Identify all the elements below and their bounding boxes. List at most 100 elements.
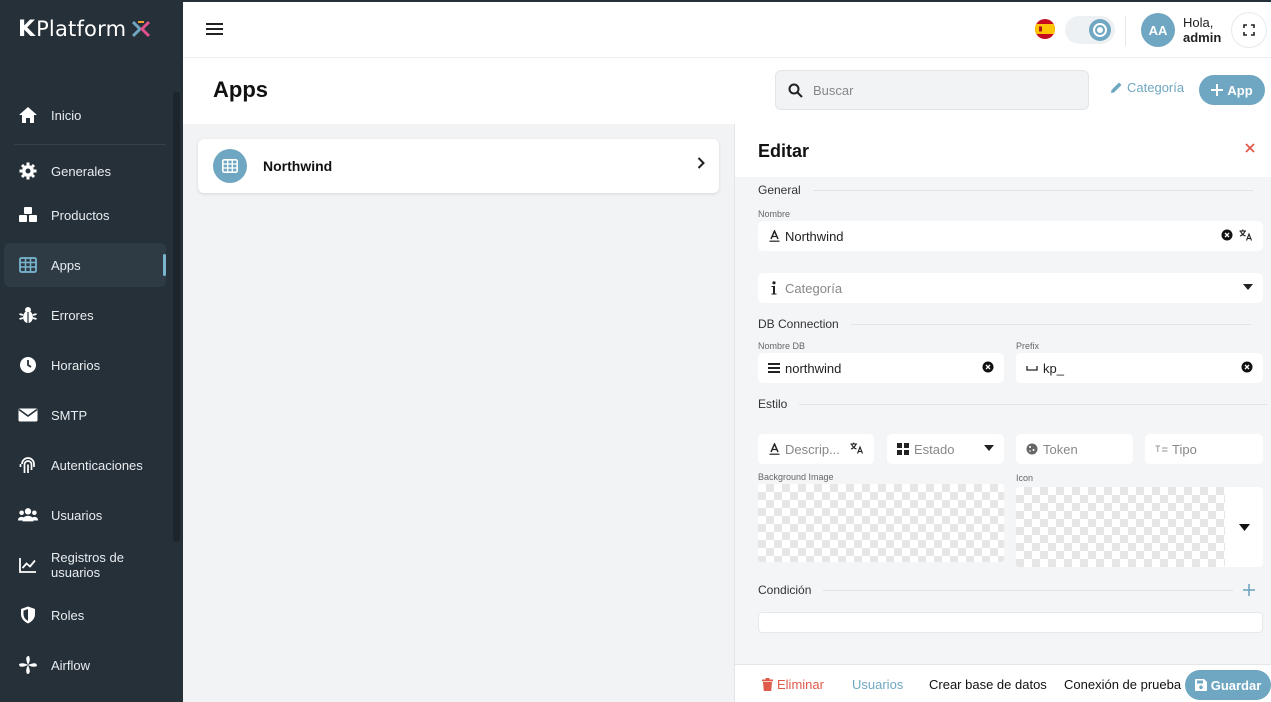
test-connection-button[interactable]: Conexión de prueba (1064, 677, 1181, 692)
delete-button[interactable]: Eliminar (762, 677, 824, 692)
caret-down-icon (1238, 523, 1250, 531)
app-name: Northwind (263, 158, 333, 174)
sidebar-item-productos[interactable]: Productos (4, 193, 166, 237)
sidebar-scrollbar[interactable] (173, 92, 180, 542)
translate-icon[interactable] (850, 442, 864, 454)
sidebar-item-registros[interactable]: Registros de usuarios (4, 543, 166, 587)
sidebar-item-inicio[interactable]: Inicio (4, 90, 166, 140)
list-item[interactable]: Northwind (198, 139, 719, 193)
translate-icon[interactable] (1239, 229, 1253, 241)
edit-panel: Editar General Nombre Northwind Categorí… (734, 124, 1271, 702)
condition-list (758, 612, 1263, 633)
avatar[interactable]: AA (1141, 13, 1175, 47)
sidebar-item-label: Apps (51, 257, 81, 273)
sidebar-item-usuarios[interactable]: Usuarios (4, 493, 166, 537)
edit-panel-title: Editar (758, 141, 810, 161)
users-button[interactable]: Usuarios (852, 677, 903, 692)
estado-select[interactable]: Estado (887, 434, 1004, 464)
space-bar-icon (1024, 364, 1040, 372)
add-app-button[interactable]: App (1199, 75, 1265, 105)
nombre-db-field[interactable]: northwind (758, 353, 1004, 383)
add-condition-icon[interactable] (1243, 584, 1255, 599)
prefix-field[interactable]: kp_ (1016, 353, 1263, 383)
section-title: Estilo (758, 397, 788, 411)
sidebar-item-errores[interactable]: Errores (4, 293, 166, 337)
fan-icon (18, 655, 38, 675)
save-button[interactable]: Guardar (1185, 670, 1271, 700)
moon-icon (1074, 23, 1086, 40)
table-icon (18, 255, 38, 275)
pencil-icon (1111, 82, 1122, 93)
table-icon (213, 149, 247, 183)
sidebar-item-label: Airflow (51, 657, 91, 673)
edit-panel-header: Editar (735, 124, 1271, 177)
categoria-placeholder: Categoría (785, 280, 843, 296)
tipo-field[interactable]: Tipo (1145, 434, 1263, 464)
gear-icon (18, 161, 38, 181)
section-title: General (758, 183, 801, 197)
tipo-placeholder: Tipo (1172, 441, 1197, 457)
sidebar-item-airflow[interactable]: Airflow (4, 643, 166, 687)
section-title: DB Connection (758, 317, 839, 331)
info-icon (766, 281, 782, 295)
fullscreen-button[interactable] (1231, 12, 1267, 48)
text-format-icon (766, 443, 782, 455)
save-label: Guardar (1210, 677, 1262, 693)
icon-picker[interactable] (1016, 487, 1225, 567)
sidebar-divider (14, 144, 166, 145)
greeting-text: Hola, (1183, 15, 1214, 30)
sidebar-item-autenticaciones[interactable]: Autenticaciones (4, 443, 166, 487)
sidebar-item-label: Usuarios (51, 507, 103, 523)
prefix-value: kp_ (1043, 360, 1064, 376)
sidebar-item-apps[interactable]: Apps (4, 243, 166, 287)
chevron-right-icon (697, 157, 705, 172)
icon-picker-dropdown[interactable] (1225, 487, 1263, 567)
nombre-value: Northwind (785, 228, 844, 244)
topbar-divider (1125, 16, 1126, 46)
sidebar-item-horarios[interactable]: Horarios (4, 343, 166, 387)
topbar: AA Hola, admin (183, 0, 1271, 58)
sun-icon (1089, 19, 1111, 41)
section-divider (850, 323, 1251, 325)
language-flag-icon[interactable] (1035, 19, 1055, 39)
categoria-select[interactable]: Categoría (758, 273, 1263, 303)
trash-icon (762, 678, 773, 691)
sidebar-item-label: Roles (51, 607, 85, 623)
clear-icon[interactable] (982, 361, 994, 373)
sidebar-item-roles[interactable]: Roles (4, 593, 166, 637)
shield-icon (18, 605, 38, 625)
field-label: Nombre DB (758, 341, 806, 351)
add-app-label: App (1227, 82, 1253, 98)
sidebar-item-label: Horarios (51, 357, 101, 373)
delete-label: Eliminar (777, 677, 824, 692)
create-db-button[interactable]: Crear base de datos (929, 677, 1047, 692)
expand-icon (1243, 24, 1255, 36)
envelope-icon (18, 405, 38, 425)
nombre-db-value: northwind (785, 360, 842, 376)
logo-x-icon (132, 20, 151, 38)
nombre-field[interactable]: Northwind (758, 221, 1263, 251)
theme-toggle[interactable] (1065, 16, 1115, 44)
section-condicion: Condición (758, 583, 1234, 597)
close-icon[interactable] (1244, 142, 1256, 157)
logo[interactable]: K Platform (18, 14, 151, 44)
search-input[interactable] (813, 82, 1063, 98)
sidebar-item-smtp[interactable]: SMTP (4, 393, 166, 437)
sidebar-item-label: Inicio (51, 107, 82, 123)
token-placeholder: Token (1043, 441, 1078, 457)
menu-toggle-icon[interactable] (205, 20, 225, 38)
background-image-picker[interactable] (758, 484, 1004, 562)
fingerprint-icon (18, 455, 38, 475)
clear-icon[interactable] (1241, 361, 1253, 373)
search-box[interactable] (775, 70, 1089, 110)
estado-placeholder: Estado (914, 441, 955, 457)
sidebar-item-generales[interactable]: Generales (4, 149, 166, 193)
test-connection-label: Conexión de prueba (1064, 677, 1182, 692)
descripcion-field[interactable]: Descrip... (758, 434, 874, 464)
category-button[interactable]: Categoría (1110, 80, 1184, 95)
token-field[interactable]: Token (1016, 434, 1133, 464)
edit-panel-footer: Eliminar Usuarios Crear base de datos Co… (735, 664, 1271, 702)
clear-icon[interactable] (1221, 229, 1233, 241)
user-greeting[interactable]: Hola, admin (1183, 15, 1221, 45)
search-icon (788, 83, 803, 98)
